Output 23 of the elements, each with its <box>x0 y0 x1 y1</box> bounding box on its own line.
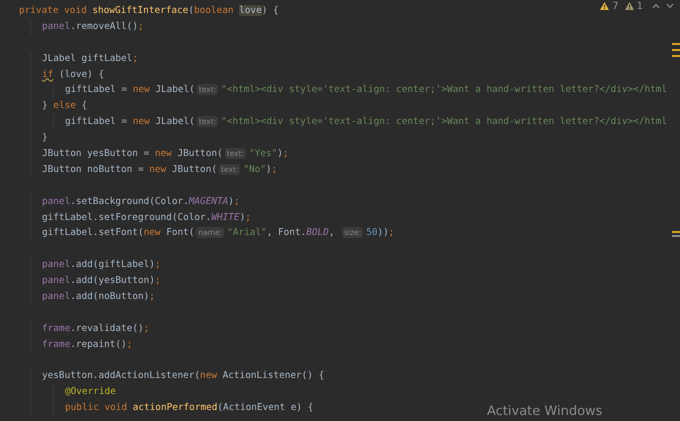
code-line: panel.add(noButton); <box>42 290 155 304</box>
code-line: private void showGiftInterface(boolean love) { <box>19 4 279 18</box>
code-line: @Override <box>65 385 116 400</box>
code-line: if (love) { <box>42 68 104 82</box>
caret-down-icon[interactable] <box>666 3 674 9</box>
code-line: JLabel giftLabel; <box>42 52 138 66</box>
code-line: panel.removeAll(); <box>42 20 144 34</box>
code-line: } else { <box>42 99 88 114</box>
code-line: public void actionPerformed(ActionEvent e) { <box>65 401 314 416</box>
code-line: giftLabel.setForeground(Color.WHITE); <box>42 210 251 225</box>
inspection-count[interactable]: 7 <box>612 0 619 12</box>
code-line: yesButton.addActionListener(new ActionListener() { <box>42 369 324 384</box>
activation-notice: Activate Windows <box>487 404 602 419</box>
weak-warning-icon[interactable] <box>624 2 634 10</box>
code-line: panel.add(giftLabel); <box>42 258 161 272</box>
code-line: frame.repaint(); <box>42 338 132 352</box>
code-line: frame.revalidate(); <box>42 322 150 336</box>
code-line: panel.add(yesButton); <box>42 274 161 288</box>
warning-icon[interactable] <box>600 2 610 10</box>
code-line: panel.setBackground(Color.MAGENTA); <box>42 194 240 209</box>
caret-up-icon[interactable] <box>652 3 660 9</box>
inspection-count[interactable]: 1 <box>636 0 643 12</box>
code-line: } <box>42 131 48 146</box>
